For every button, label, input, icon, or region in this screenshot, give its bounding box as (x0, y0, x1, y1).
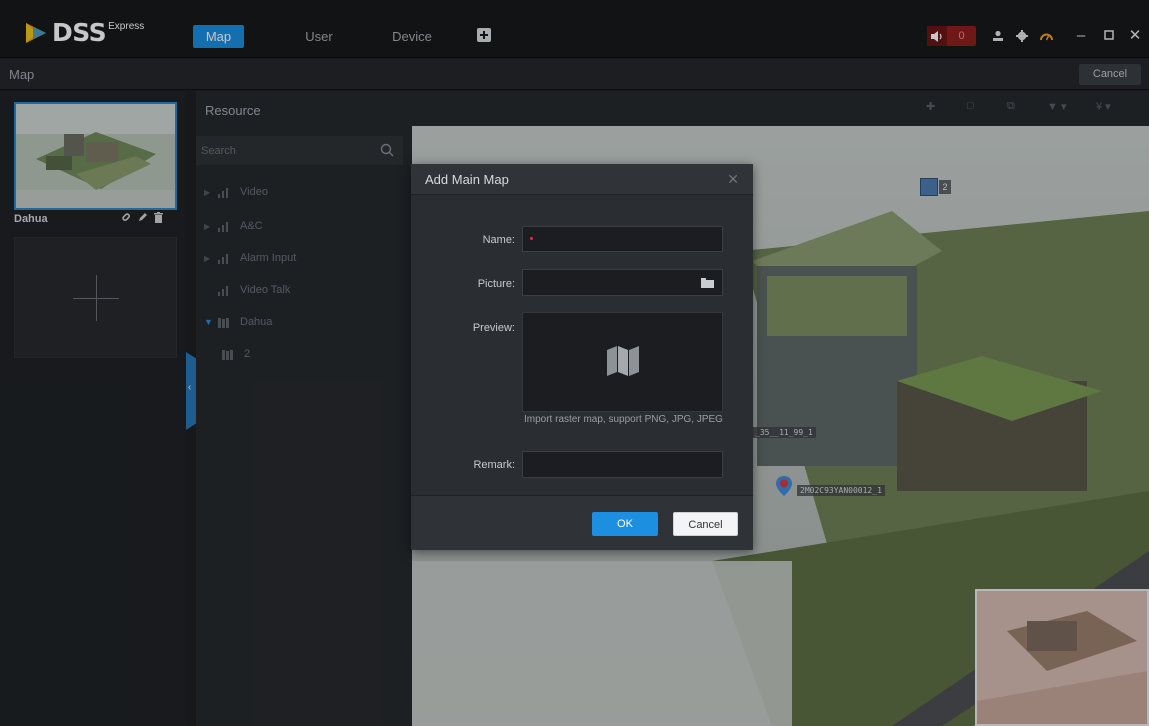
map-tools (121, 212, 163, 226)
minimap-image (977, 591, 1147, 724)
logo-edition: Express (108, 21, 145, 32)
chevron-left-icon: ‹ (188, 382, 192, 393)
expand-arrow-icon[interactable]: ▶ (204, 222, 218, 231)
name-label: Name: (482, 234, 515, 246)
sub-header: Map (0, 59, 1149, 90)
camera-label: 2M02C93YAN00012_1 (797, 485, 885, 496)
zoom-rect-icon[interactable]: ⧉ (1007, 100, 1015, 113)
remark-label: Remark: (473, 459, 515, 471)
edit-icon[interactable] (138, 212, 148, 226)
camera-pin-icon[interactable] (776, 476, 792, 496)
minimap[interactable] (975, 589, 1149, 726)
map-node-icon (222, 348, 240, 360)
tree-item-dahua[interactable]: ▼ Dahua (204, 314, 272, 330)
delete-icon[interactable] (154, 212, 163, 226)
dialog-header: Add Main Map ✕ (411, 164, 753, 195)
resource-title: Resource (205, 103, 261, 118)
layer-tool-icon[interactable]: ¥ ▾ (1096, 100, 1111, 113)
camera-label-partial: _35__11_99_1 (752, 427, 816, 438)
tab-map[interactable]: Map (193, 25, 244, 48)
signal-bars-icon (218, 252, 236, 264)
map-toolbar (412, 91, 1149, 126)
signal-bars-icon (218, 186, 236, 198)
picture-label: Picture: (477, 278, 515, 290)
tree-item-submap-2[interactable]: 2 (222, 346, 250, 362)
required-indicator (530, 237, 533, 240)
collapse-arrow-icon[interactable]: ▼ (204, 317, 218, 327)
expand-arrow-icon[interactable]: ▶ (204, 254, 218, 263)
map-name-label: Dahua (14, 213, 48, 225)
page-title: Map (9, 67, 35, 82)
channel-badge: 2 (939, 180, 951, 194)
name-field[interactable] (522, 226, 723, 252)
tree-item-alarm-input[interactable]: ▶ Alarm Input (204, 250, 296, 266)
gear-icon[interactable] (1012, 26, 1032, 46)
tree-item-video-talk[interactable]: Video Talk (204, 282, 290, 298)
link-icon[interactable] (121, 212, 132, 226)
map-node-icon (218, 316, 236, 328)
expand-arrow-icon[interactable]: ▶ (204, 188, 218, 197)
add-tab-icon[interactable] (474, 25, 494, 45)
camera-device-icon[interactable] (920, 178, 938, 196)
remark-input[interactable] (523, 452, 722, 477)
tab-device[interactable]: Device (387, 25, 437, 48)
move-tool-icon[interactable]: ✚ (926, 100, 935, 113)
preview-box (522, 312, 723, 412)
dialog-title: Add Main Map (425, 172, 509, 187)
close-icon[interactable]: ✕ (727, 171, 739, 188)
search-input[interactable] (201, 140, 376, 161)
ok-button[interactable]: OK (592, 512, 658, 536)
logo-text: DSS (52, 18, 107, 47)
logo-icon (26, 23, 46, 43)
signal-bars-icon (218, 284, 236, 296)
add-main-map-dialog: Add Main Map ✕ Name: Picture: Preview: I… (411, 164, 753, 550)
remark-field[interactable] (522, 451, 723, 478)
cancel-edit-button[interactable]: Cancel (1079, 64, 1141, 85)
close-icon[interactable]: ✕ (1124, 24, 1146, 46)
select-rect-icon[interactable]: □ (967, 100, 974, 112)
resource-search (196, 136, 403, 165)
signal-bars-icon (218, 220, 236, 232)
picture-field[interactable] (522, 269, 723, 296)
alarm-indicator[interactable]: 0 (927, 26, 976, 46)
maximize-icon[interactable] (1098, 24, 1120, 46)
search-icon[interactable] (380, 143, 394, 157)
speaker-icon (927, 26, 947, 46)
tab-user[interactable]: User (299, 25, 339, 48)
map-placeholder-icon (607, 346, 639, 376)
minimize-icon[interactable]: – (1070, 24, 1092, 46)
folder-icon[interactable] (701, 277, 714, 288)
name-input[interactable] (523, 227, 722, 251)
cancel-button[interactable]: Cancel (673, 512, 738, 536)
map-thumbnail-image (16, 104, 175, 208)
tree-item-video[interactable]: ▶ Video (204, 184, 268, 200)
top-bar: DSS Express Map User Device 0 – ✕ (0, 0, 1149, 58)
tree-item-ac[interactable]: ▶ A&C (204, 218, 263, 234)
map-thumbnail[interactable] (14, 102, 177, 210)
add-map-button[interactable] (14, 237, 177, 358)
import-hint: Import raster map, support PNG, JPG, JPE… (524, 414, 723, 425)
performance-gauge-icon[interactable] (1036, 26, 1056, 46)
app-logo: DSS Express (24, 20, 144, 50)
picture-input[interactable] (523, 270, 722, 295)
filter-icon[interactable]: ▼ ▾ (1047, 100, 1066, 113)
user-icon[interactable] (988, 26, 1008, 46)
alarm-count: 0 (958, 30, 965, 42)
preview-label: Preview: (472, 322, 515, 334)
